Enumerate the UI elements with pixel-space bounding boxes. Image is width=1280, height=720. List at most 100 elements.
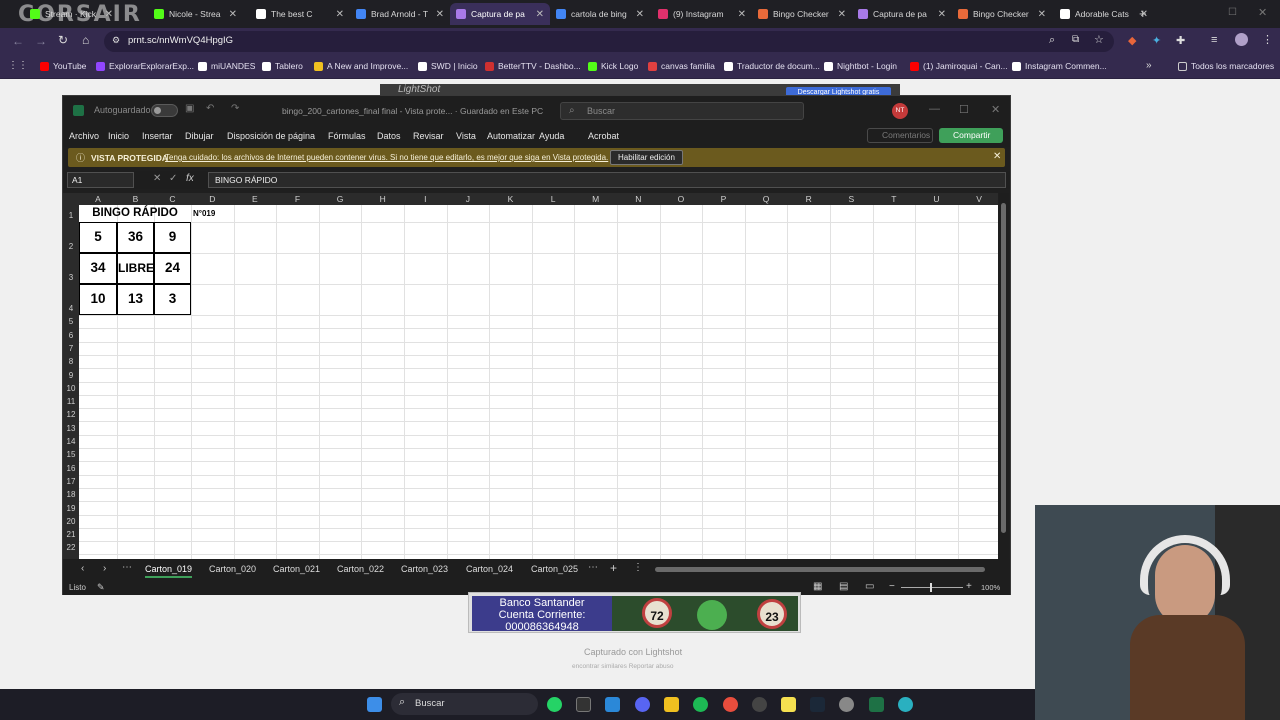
row-header-2[interactable]: 2	[63, 242, 79, 253]
user-avatar[interactable]: NT	[892, 103, 908, 119]
minimize-button[interactable]: —	[929, 103, 940, 115]
column-header-N[interactable]: N	[617, 194, 660, 204]
zoom-icon[interactable]: ⌕	[1049, 34, 1055, 47]
home-icon[interactable]: ⌂	[82, 33, 89, 47]
excel-taskbar-icon[interactable]	[869, 697, 884, 712]
zoom-slider-thumb[interactable]	[930, 583, 932, 592]
row-header-11[interactable]: 11	[63, 397, 79, 408]
bookmark-item[interactable]: YouTube	[40, 61, 86, 71]
menu-inicio[interactable]: Inicio	[108, 131, 129, 141]
app-icon[interactable]	[898, 697, 913, 712]
menu-disposici-n-de-p-gina[interactable]: Disposición de página	[227, 131, 315, 141]
sheet-tab-carton_019[interactable]: Carton_019	[145, 564, 193, 578]
bingo-cell[interactable]: LIBRE	[117, 253, 154, 284]
browser-tab[interactable]: Brad Arnold - T ✕	[350, 3, 450, 25]
tab-close-icon[interactable]: ✕	[105, 9, 113, 20]
row-header-22[interactable]: 22	[63, 543, 79, 554]
obs-icon[interactable]	[752, 697, 767, 712]
column-header-C[interactable]: C	[154, 194, 191, 204]
page-layout-icon[interactable]: ▤	[839, 581, 848, 592]
browser-tab[interactable]: Bingo Checker ✕	[752, 3, 852, 25]
vertical-scroll-thumb[interactable]	[1001, 203, 1006, 533]
column-header-J[interactable]: J	[447, 194, 490, 204]
sheet-tab-carton_022[interactable]: Carton_022	[337, 564, 384, 574]
sheet-tab-carton_024[interactable]: Carton_024	[466, 564, 513, 574]
name-box[interactable]: A1	[67, 172, 134, 188]
row-header-8[interactable]: 8	[63, 357, 79, 368]
apps-grid-icon[interactable]: ⋮⋮	[8, 60, 28, 71]
zoom-out-icon[interactable]: −	[889, 581, 895, 592]
column-header-U[interactable]: U	[915, 194, 958, 204]
column-header-P[interactable]: P	[702, 194, 745, 204]
row-header-21[interactable]: 21	[63, 530, 79, 541]
close-button[interactable]: ✕	[991, 103, 1000, 116]
vertical-scrollbar[interactable]	[999, 193, 1009, 559]
browser-tab[interactable]: (9) Instagram ✕	[652, 3, 752, 25]
zoom-level[interactable]: 100%	[981, 583, 1000, 592]
card-number[interactable]: N°019	[193, 207, 223, 220]
tab-close-icon[interactable]: ✕	[536, 9, 544, 20]
browser-tab[interactable]: cartola de bing ✕	[550, 3, 650, 25]
close-window-button[interactable]: ✕	[1258, 6, 1267, 19]
bookmark-item[interactable]: (1) Jamiroquai - Can...	[910, 61, 1008, 71]
share-button[interactable]: Compartir	[939, 128, 1003, 143]
new-tab-button[interactable]: +	[1139, 6, 1147, 21]
lightshot-image-banner[interactable]: Banco Santander Cuenta Corriente: 000086…	[468, 592, 801, 633]
menu-datos[interactable]: Datos	[377, 131, 401, 141]
site-info-icon[interactable]: ⚙	[112, 35, 120, 46]
bookmark-item[interactable]: Tablero	[262, 61, 303, 71]
taskbar-search[interactable]: ⌕ Buscar	[391, 693, 538, 715]
sheet-tab-carton_020[interactable]: Carton_020	[209, 564, 256, 574]
file-explorer-icon[interactable]	[664, 697, 679, 712]
column-header-G[interactable]: G	[319, 194, 362, 204]
start-icon[interactable]	[367, 697, 382, 712]
row-header-16[interactable]: 16	[63, 464, 79, 475]
redo-icon[interactable]: ↷	[231, 103, 239, 114]
comments-button[interactable]: Comentarios	[867, 128, 933, 143]
row-header-13[interactable]: 13	[63, 424, 79, 435]
card-title[interactable]: BINGO RÁPIDO	[79, 205, 191, 222]
row-header-4[interactable]: 4	[63, 304, 79, 315]
row-header-15[interactable]: 15	[63, 450, 79, 461]
search-input[interactable]: ⌕ Buscar	[560, 102, 804, 120]
bookmark-item[interactable]: canvas familia	[648, 61, 715, 71]
tab-close-icon[interactable]: ✕	[838, 9, 846, 20]
steam-icon[interactable]	[810, 697, 825, 712]
row-header-9[interactable]: 9	[63, 371, 79, 382]
fx-icon[interactable]: fx	[186, 173, 194, 184]
bookmark-item[interactable]: Nightbot - Login	[824, 61, 897, 71]
extension-fox-icon[interactable]: ◆	[1128, 34, 1136, 47]
bookmark-item[interactable]: SWD | Inicio	[418, 61, 478, 71]
column-header-A[interactable]: A	[79, 194, 117, 204]
row-header-12[interactable]: 12	[63, 410, 79, 421]
column-header-I[interactable]: I	[404, 194, 447, 204]
reload-icon[interactable]: ↻	[58, 33, 68, 47]
column-header-K[interactable]: K	[489, 194, 532, 204]
horizontal-scrollbar[interactable]	[655, 567, 985, 572]
bookmark-item[interactable]: A New and Improve...	[314, 61, 408, 71]
row-header-5[interactable]: 5	[63, 317, 79, 328]
sheet-tab-carton_021[interactable]: Carton_021	[273, 564, 320, 574]
row-header-7[interactable]: 7	[63, 344, 79, 355]
column-header-E[interactable]: E	[234, 194, 277, 204]
menu-ayuda[interactable]: Ayuda	[539, 131, 564, 141]
tab-close-icon[interactable]: ✕	[1038, 9, 1046, 20]
menu-insertar[interactable]: Insertar	[142, 131, 173, 141]
back-icon[interactable]: ←	[12, 34, 24, 48]
bingo-cell[interactable]: 36	[117, 222, 154, 253]
formula-input[interactable]: BINGO RÁPIDO	[208, 172, 1006, 188]
menu-vista[interactable]: Vista	[456, 131, 476, 141]
column-header-O[interactable]: O	[660, 194, 703, 204]
install-icon[interactable]: ⧉	[1072, 34, 1079, 45]
column-header-T[interactable]: T	[873, 194, 916, 204]
zoom-slider[interactable]	[901, 587, 963, 588]
bookmark-item[interactable]: ExplorarExplorarExp...	[96, 61, 194, 71]
menu-automatizar[interactable]: Automatizar	[487, 131, 535, 141]
bookmark-item[interactable]: Kick Logo	[588, 61, 638, 71]
bingo-cell[interactable]: 34	[79, 253, 117, 284]
column-header-D[interactable]: D	[191, 194, 234, 204]
discord-icon[interactable]	[635, 697, 650, 712]
save-icon[interactable]: ▣	[185, 103, 194, 114]
browser-tab[interactable]: Bingo Checker ✕	[952, 3, 1052, 25]
row-header-3[interactable]: 3	[63, 273, 79, 284]
